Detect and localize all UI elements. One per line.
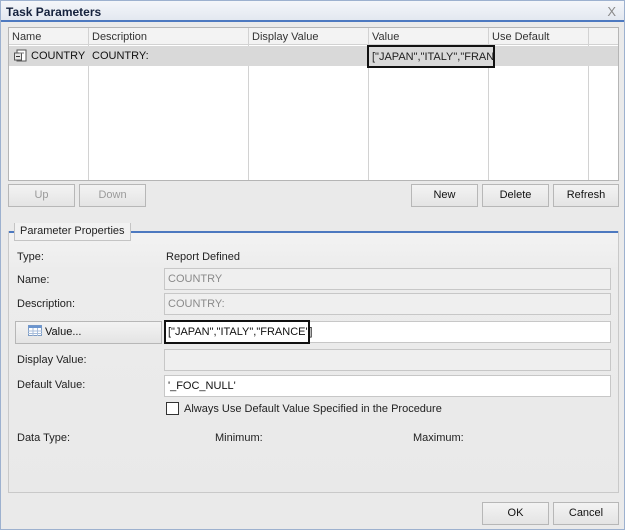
new-button[interactable]: New bbox=[411, 184, 478, 207]
minimum-label: Minimum: bbox=[215, 432, 263, 444]
display-value-field[interactable] bbox=[164, 349, 611, 371]
table-icon bbox=[28, 325, 42, 336]
row-description: COUNTRY: bbox=[92, 50, 149, 62]
column-header-name[interactable]: Name bbox=[12, 31, 41, 43]
description-label: Description: bbox=[17, 298, 76, 310]
type-value: Report Defined bbox=[166, 251, 240, 263]
value-button[interactable]: Value... bbox=[15, 321, 162, 344]
row-value[interactable]: ["JAPAN","ITALY","FRAN bbox=[367, 45, 495, 68]
default-value-field[interactable]: '_FOC_NULL' bbox=[164, 375, 611, 397]
column-header-use-default[interactable]: Use Default bbox=[492, 31, 549, 43]
data-type-label: Data Type: bbox=[17, 432, 70, 444]
task-parameters-dialog: Task Parameters X Name Description Displ… bbox=[0, 0, 625, 530]
default-value-label: Default Value: bbox=[17, 379, 86, 391]
title-bar: Task Parameters X bbox=[1, 1, 624, 22]
type-label: Type: bbox=[17, 251, 44, 263]
cancel-button[interactable]: Cancel bbox=[553, 502, 619, 525]
parameter-icon bbox=[14, 49, 27, 62]
description-field[interactable]: COUNTRY: bbox=[164, 293, 611, 315]
maximum-label: Maximum: bbox=[413, 432, 464, 444]
down-button[interactable]: Down bbox=[79, 184, 146, 207]
column-header-value[interactable]: Value bbox=[372, 31, 399, 43]
name-field[interactable]: COUNTRY bbox=[164, 268, 611, 290]
column-header-description[interactable]: Description bbox=[92, 31, 147, 43]
refresh-button[interactable]: Refresh bbox=[553, 184, 619, 207]
display-value-label: Display Value: bbox=[17, 354, 87, 366]
value-field[interactable]: ["JAPAN","ITALY","FRANCE"] bbox=[164, 320, 312, 344]
close-icon[interactable]: X bbox=[607, 4, 616, 19]
table-row[interactable]: COUNTRY COUNTRY: ["JAPAN","ITALY","FRAN bbox=[9, 45, 618, 68]
always-use-default-checkbox[interactable] bbox=[166, 402, 179, 415]
up-button[interactable]: Up bbox=[8, 184, 75, 207]
parameter-properties-legend: Parameter Properties bbox=[14, 223, 131, 241]
dialog-title: Task Parameters bbox=[6, 5, 102, 19]
value-button-label: Value... bbox=[45, 326, 82, 338]
column-header-display-value[interactable]: Display Value bbox=[252, 31, 318, 43]
always-use-default-label[interactable]: Always Use Default Value Specified in th… bbox=[184, 403, 442, 415]
ok-button[interactable]: OK bbox=[482, 502, 549, 525]
row-name: COUNTRY bbox=[31, 50, 86, 62]
delete-button[interactable]: Delete bbox=[482, 184, 549, 207]
name-label: Name: bbox=[17, 274, 50, 286]
parameters-grid: Name Description Display Value Value Use… bbox=[8, 27, 619, 181]
